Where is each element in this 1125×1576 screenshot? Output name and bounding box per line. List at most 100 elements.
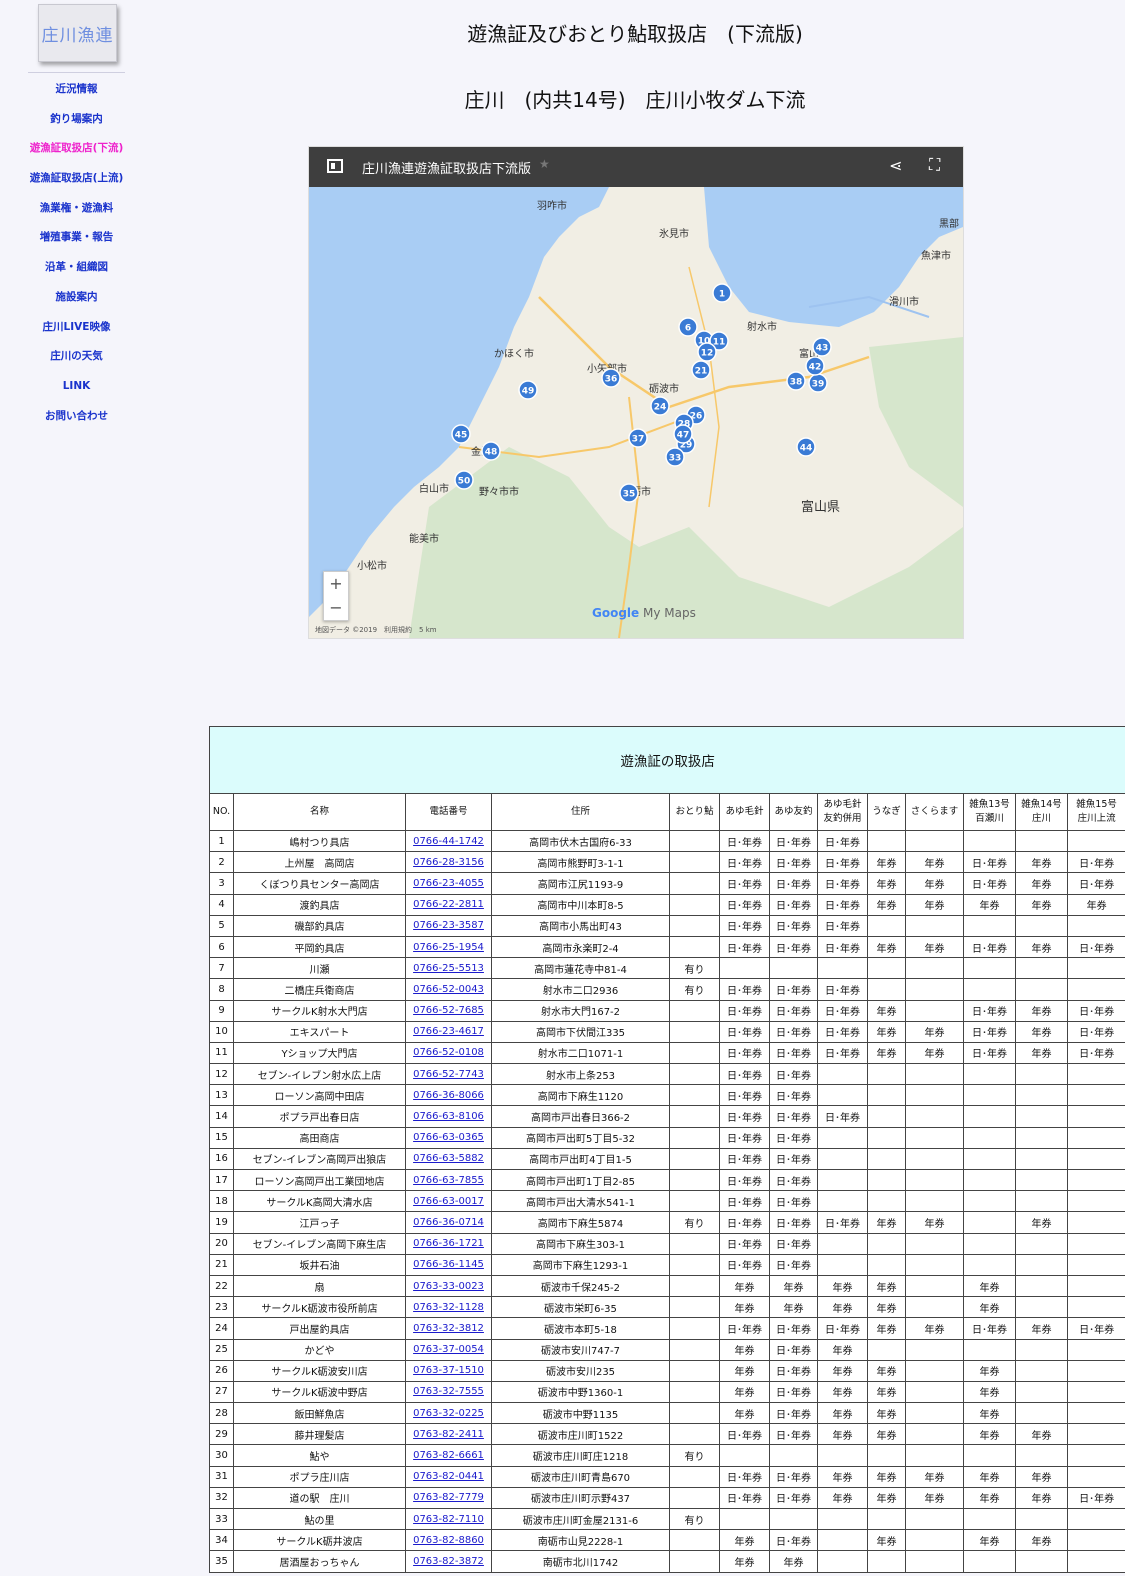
phone-link[interactable]: 0766-25-1954 [413,942,484,953]
star-icon[interactable]: ★ [539,157,550,171]
map-marker-38[interactable]: 38 [786,371,806,391]
phone-link[interactable]: 0763-37-0054 [413,1344,484,1355]
phone-link[interactable]: 0763-32-3812 [413,1323,484,1334]
cell-otori [669,1359,720,1382]
phone-link[interactable]: 0766-36-0714 [413,1217,484,1228]
cell-zako14 [1015,914,1068,937]
map-marker-35[interactable]: 35 [619,483,639,503]
map-marker-6[interactable]: 6 [678,317,698,337]
phone-link[interactable]: 0766-36-8066 [413,1090,484,1101]
map-canvas[interactable]: 羽咋市氷見市黒部魚津市滑川市かほく市小矢部市砺波市富山金沢白山市野々市市南砺市富… [309,147,963,638]
phone-link[interactable]: 0766-52-7685 [413,1005,484,1016]
phone-link[interactable]: 0763-82-8860 [413,1535,484,1546]
map-marker-49[interactable]: 49 [518,380,538,400]
map-marker-44[interactable]: 44 [796,437,816,457]
map-marker-1[interactable]: 1 [712,283,732,303]
cell-unagi [867,1190,906,1213]
sidebar-item-4[interactable]: 漁業権・遊漁料 [0,197,153,227]
phone-link[interactable]: 0763-33-0023 [413,1281,484,1292]
table-row: 8 二橋庄兵衛商店 0766-52-0043 射水市二口2936 有り 日･年券 日･年券日… [209,978,1125,1001]
table-row: 26 サークルK砺波安川店 0763-37-1510 砺波市安川235 年券 日･年券 年券… [209,1359,1125,1382]
share-icon[interactable]: ⋖ [889,156,902,175]
map-marker-43[interactable]: 43 [812,337,832,357]
phone-link[interactable]: 0763-82-3872 [413,1556,484,1567]
sidebar-item-2[interactable]: 遊漁証取扱店(下流) [0,137,153,167]
sidebar-item-5[interactable]: 増殖事業・報告 [0,226,153,256]
sidebar-item-7[interactable]: 施設案内 [0,286,153,316]
phone-link[interactable]: 0763-32-1128 [413,1302,484,1313]
sidebar-item-9[interactable]: 庄川の天気 [0,345,153,375]
cell-name: 磯部釣具店 [233,914,406,937]
map-marker-39[interactable]: 39 [808,373,828,393]
phone-link[interactable]: 0763-82-6661 [413,1450,484,1461]
cell-zako13: 年券 [963,1423,1016,1446]
sidebar-item-1[interactable]: 釣り場案内 [0,108,153,138]
map-marker-47[interactable]: 47 [673,424,693,444]
site-logo[interactable]: 庄川漁連 [38,4,117,62]
cell-zako14: 年券 [1015,893,1068,916]
cell-ayu-heiyou: 日･年券 [817,872,868,895]
phone-link[interactable]: 0766-36-1145 [413,1259,484,1270]
cell-tel: 0763-32-0225 [405,1402,492,1425]
cell-no: 15 [209,1126,234,1149]
map-marker-33[interactable]: 33 [665,447,685,467]
zoom-in-button[interactable]: + [324,572,348,596]
sidebar-item-8[interactable]: 庄川LIVE映像 [0,316,153,346]
zoom-out-button[interactable]: − [324,596,348,620]
cell-ayu-tomozuri: 日･年券 [769,1105,818,1128]
phone-link[interactable]: 0766-63-0017 [413,1196,484,1207]
phone-link[interactable]: 0766-25-5513 [413,963,484,974]
phone-link[interactable]: 0766-63-5882 [413,1153,484,1164]
phone-link[interactable]: 0766-36-1721 [413,1238,484,1249]
phone-link[interactable]: 0766-63-0365 [413,1132,484,1143]
phone-link[interactable]: 0763-37-1510 [413,1365,484,1376]
cell-ayu-tomozuri [769,1444,818,1467]
map-marker-45[interactable]: 45 [451,424,471,444]
cell-zako14: 年券 [1015,872,1068,895]
map-marker-42[interactable]: 42 [805,356,825,376]
map-marker-48[interactable]: 48 [481,441,501,461]
cell-sakuramasu [905,1402,964,1425]
phone-link[interactable]: 0766-22-2811 [413,899,484,910]
map-marker-37[interactable]: 37 [628,428,648,448]
fullscreen-icon[interactable]: ⛶ [929,155,940,175]
phone-link[interactable]: 0763-82-7110 [413,1514,484,1525]
phone-link[interactable]: 0766-28-3156 [413,857,484,868]
sidebar-item-6[interactable]: 沿革・組織図 [0,256,153,286]
phone-link[interactable]: 0766-52-0108 [413,1047,484,1058]
map-marker-50[interactable]: 50 [454,470,474,490]
cell-tel: 0766-63-0017 [405,1190,492,1213]
phone-link[interactable]: 0766-52-7743 [413,1069,484,1080]
phone-link[interactable]: 0766-44-1742 [413,836,484,847]
google-label: Google [592,606,640,620]
sidebar-item-3[interactable]: 遊漁証取扱店(上流) [0,167,153,197]
embedded-map[interactable]: 羽咋市氷見市黒部魚津市滑川市かほく市小矢部市砺波市富山金沢白山市野々市市南砺市富… [308,146,964,639]
phone-link[interactable]: 0763-82-2411 [413,1429,484,1440]
sidebar-item-10[interactable]: LINK [0,375,153,405]
cell-no: 32 [209,1486,234,1510]
phone-link[interactable]: 0766-23-4055 [413,878,484,889]
phone-link[interactable]: 0766-63-7855 [413,1175,484,1186]
map-marker-36[interactable]: 36 [601,368,621,388]
cell-sakuramasu: 年券 [905,1486,964,1510]
map-attribution[interactable]: 地図データ ©2019 利用規約 5 km [315,625,437,635]
map-marker-21[interactable]: 21 [691,360,711,380]
panel-toggle-icon[interactable] [327,159,343,173]
sidebar-item-11[interactable]: お問い合わせ [0,405,153,435]
zoom-control: + − [323,571,349,621]
phone-link[interactable]: 0766-63-8106 [413,1111,484,1122]
phone-link[interactable]: 0766-23-4617 [413,1026,484,1037]
phone-link[interactable]: 0763-32-7555 [413,1386,484,1397]
table-row: 4 渡釣具店 0766-22-2811 高岡市中川本町8-5 日･年券 日･年券 日･年券年… [209,893,1125,916]
phone-link[interactable]: 0763-82-0441 [413,1471,484,1482]
phone-link[interactable]: 0766-23-3587 [413,920,484,931]
phone-link[interactable]: 0763-82-7779 [413,1492,484,1503]
phone-link[interactable]: 0763-32-0225 [413,1408,484,1419]
sidebar-item-0[interactable]: 近況情報 [0,78,153,108]
phone-link[interactable]: 0766-52-0043 [413,984,484,995]
cell-zako14 [1015,1190,1068,1213]
map-marker-12[interactable]: 12 [697,342,717,362]
cell-name: 扇 [233,1274,406,1298]
map-marker-24[interactable]: 24 [650,396,670,416]
map-place-label: 滑川市 [889,295,919,308]
